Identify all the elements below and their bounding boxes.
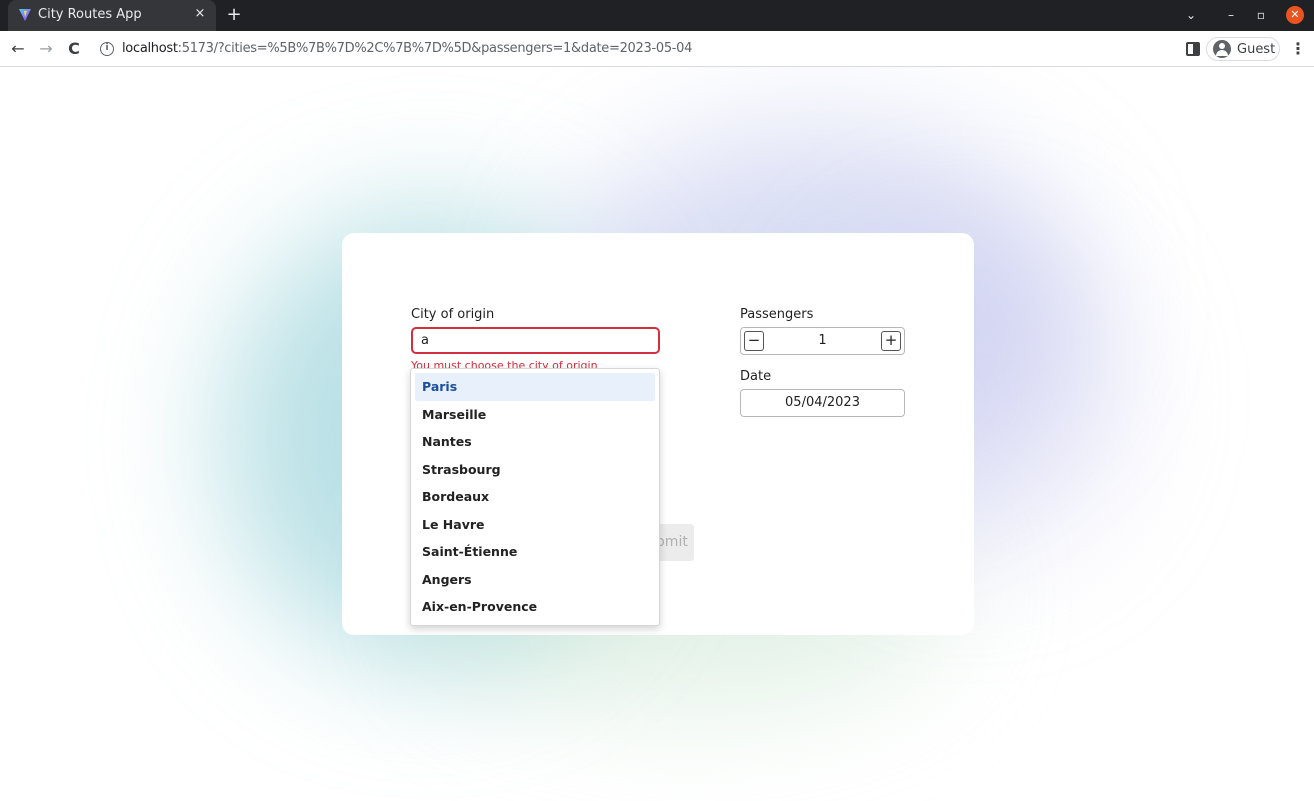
passengers-label: Passengers (740, 307, 814, 322)
passengers-stepper: − 1 + (740, 327, 905, 355)
city-option[interactable]: Saint-Étienne (415, 538, 655, 566)
city-option[interactable]: Angers (415, 566, 655, 594)
increment-button[interactable]: + (881, 331, 901, 351)
city-option[interactable]: Strasbourg (415, 456, 655, 484)
browser-tab[interactable]: City Routes App × (8, 0, 216, 31)
tab-search-chevron-icon[interactable]: ⌄ (1182, 6, 1200, 24)
reload-icon[interactable]: C (64, 39, 84, 59)
city-option[interactable]: Bordeaux (415, 483, 655, 511)
side-panel-icon[interactable] (1186, 42, 1200, 56)
url-path: :5173/?cities=%5B%7B%7D%2C%7B%7D%5D&pass… (177, 41, 693, 56)
city-option[interactable]: Paris (415, 373, 655, 401)
url-host: localhost (122, 41, 178, 56)
passengers-value[interactable]: 1 (771, 333, 874, 348)
profile-label: Guest (1237, 42, 1276, 57)
date-label: Date (740, 369, 772, 384)
avatar-icon (1213, 40, 1231, 58)
origin-label: City of origin (411, 307, 495, 322)
forward-arrow-icon[interactable]: → (36, 39, 56, 59)
city-option[interactable]: Aix-en-Provence (415, 593, 655, 621)
city-option[interactable]: Marseille (415, 401, 655, 429)
profile-button[interactable]: Guest (1206, 37, 1280, 61)
site-info-icon[interactable]: i (100, 42, 114, 56)
decrement-button[interactable]: − (744, 331, 764, 351)
url-text: localhost:5173/?cities=%5B%7B%7D%2C%7B%7… (122, 41, 692, 56)
vite-logo-icon (19, 9, 31, 21)
city-option[interactable]: Nantes (415, 428, 655, 456)
new-tab-button[interactable]: + (224, 5, 244, 25)
address-bar[interactable]: i localhost:5173/?cities=%5B%7B%7D%2C%7B… (96, 37, 1176, 61)
city-option[interactable]: Le Havre (415, 511, 655, 539)
page-viewport: City of origin You must choose the city … (0, 67, 1314, 801)
city-suggestions-dropdown: Paris Marseille Nantes Strasbourg Bordeaux Le… (410, 368, 660, 626)
tab-title: City Routes App (38, 7, 142, 22)
tab-close-icon[interactable]: × (192, 6, 208, 22)
window-close-icon[interactable]: ✕ (1286, 6, 1304, 24)
browser-tab-bar: City Routes App × + ⌄ – ▫ ✕ (0, 0, 1314, 31)
minimize-icon[interactable]: – (1222, 6, 1240, 24)
browser-toolbar: ← → C i localhost:5173/?cities=%5B%7B%7D… (0, 31, 1314, 67)
date-input[interactable]: 05/04/2023 (740, 389, 905, 417)
origin-city-input[interactable] (411, 327, 660, 354)
maximize-icon[interactable]: ▫ (1252, 6, 1270, 24)
browser-menu-icon[interactable]: ⋮ (1290, 39, 1306, 59)
back-arrow-icon[interactable]: ← (8, 39, 28, 59)
